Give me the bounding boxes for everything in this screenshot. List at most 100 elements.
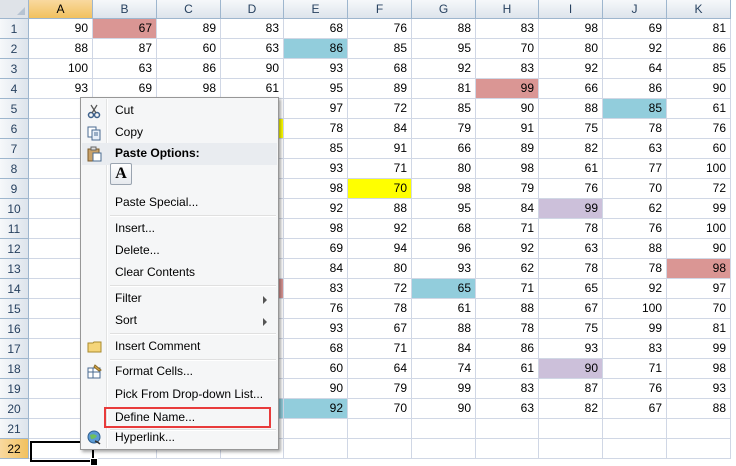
- cell-e14[interactable]: 83: [284, 279, 348, 299]
- cell-f21[interactable]: [348, 419, 412, 439]
- cell-i1[interactable]: 98: [539, 19, 603, 39]
- cell-k6[interactable]: 76: [667, 119, 731, 139]
- row-header-12[interactable]: 12: [0, 239, 29, 259]
- cell-d2[interactable]: 63: [221, 39, 284, 59]
- cell-f18[interactable]: 64: [348, 359, 412, 379]
- cell-i22[interactable]: [539, 439, 603, 459]
- cell-k3[interactable]: 85: [667, 59, 731, 79]
- cell-f3[interactable]: 68: [348, 59, 412, 79]
- cell-k19[interactable]: 93: [667, 379, 731, 399]
- cell-g11[interactable]: 68: [412, 219, 476, 239]
- cell-c3[interactable]: 86: [157, 59, 221, 79]
- row-header-8[interactable]: 8: [0, 159, 29, 179]
- cell-k17[interactable]: 99: [667, 339, 731, 359]
- cell-e20[interactable]: 92: [284, 399, 348, 419]
- cell-k10[interactable]: 99: [667, 199, 731, 219]
- cell-k7[interactable]: 60: [667, 139, 731, 159]
- cell-a4[interactable]: 93: [29, 79, 93, 99]
- cell-e8[interactable]: 93: [284, 159, 348, 179]
- row-header-5[interactable]: 5: [0, 99, 29, 119]
- cell-g18[interactable]: 74: [412, 359, 476, 379]
- cell-b3[interactable]: 63: [93, 59, 157, 79]
- cell-g9[interactable]: 98: [412, 179, 476, 199]
- row-header-7[interactable]: 7: [0, 139, 29, 159]
- cell-g15[interactable]: 61: [412, 299, 476, 319]
- cell-j9[interactable]: 70: [603, 179, 667, 199]
- row-header-2[interactable]: 2: [0, 39, 29, 59]
- cell-i18[interactable]: 90: [539, 359, 603, 379]
- cell-a1[interactable]: 90: [29, 19, 93, 39]
- cell-k13[interactable]: 98: [667, 259, 731, 279]
- cell-k18[interactable]: 98: [667, 359, 731, 379]
- cell-g8[interactable]: 80: [412, 159, 476, 179]
- cell-k22[interactable]: [667, 439, 731, 459]
- row-header-15[interactable]: 15: [0, 299, 29, 319]
- cell-j21[interactable]: [603, 419, 667, 439]
- cell-k21[interactable]: [667, 419, 731, 439]
- cell-d3[interactable]: 90: [221, 59, 284, 79]
- cell-g13[interactable]: 93: [412, 259, 476, 279]
- column-header-d[interactable]: D: [221, 0, 284, 19]
- cell-k9[interactable]: 72: [667, 179, 731, 199]
- cell-g17[interactable]: 84: [412, 339, 476, 359]
- cell-h11[interactable]: 71: [476, 219, 539, 239]
- cell-j7[interactable]: 63: [603, 139, 667, 159]
- cell-c1[interactable]: 89: [157, 19, 221, 39]
- cell-j17[interactable]: 83: [603, 339, 667, 359]
- cell-e5[interactable]: 97: [284, 99, 348, 119]
- row-header-4[interactable]: 4: [0, 79, 29, 99]
- row-header-16[interactable]: 16: [0, 319, 29, 339]
- column-header-g[interactable]: G: [412, 0, 476, 19]
- cell-e11[interactable]: 98: [284, 219, 348, 239]
- cell-d4[interactable]: 61: [221, 79, 284, 99]
- cell-f4[interactable]: 89: [348, 79, 412, 99]
- cell-h8[interactable]: 98: [476, 159, 539, 179]
- cell-i9[interactable]: 76: [539, 179, 603, 199]
- cell-e15[interactable]: 76: [284, 299, 348, 319]
- cell-h12[interactable]: 92: [476, 239, 539, 259]
- cell-g7[interactable]: 66: [412, 139, 476, 159]
- cell-f13[interactable]: 80: [348, 259, 412, 279]
- cell-j14[interactable]: 92: [603, 279, 667, 299]
- menu-item-hyperlink[interactable]: Hyperlink...: [82, 427, 277, 449]
- cell-k8[interactable]: 100: [667, 159, 731, 179]
- row-header-19[interactable]: 19: [0, 379, 29, 399]
- column-header-c[interactable]: C: [157, 0, 221, 19]
- cell-h3[interactable]: 83: [476, 59, 539, 79]
- cell-j16[interactable]: 99: [603, 319, 667, 339]
- cell-h13[interactable]: 62: [476, 259, 539, 279]
- cell-a2[interactable]: 88: [29, 39, 93, 59]
- cell-e6[interactable]: 78: [284, 119, 348, 139]
- cell-h5[interactable]: 90: [476, 99, 539, 119]
- cell-c2[interactable]: 60: [157, 39, 221, 59]
- cell-b4[interactable]: 69: [93, 79, 157, 99]
- cell-f5[interactable]: 72: [348, 99, 412, 119]
- cell-i12[interactable]: 63: [539, 239, 603, 259]
- cell-e4[interactable]: 95: [284, 79, 348, 99]
- cell-f12[interactable]: 94: [348, 239, 412, 259]
- cell-g21[interactable]: [412, 419, 476, 439]
- cell-h9[interactable]: 79: [476, 179, 539, 199]
- menu-item-filter[interactable]: Filter: [82, 288, 277, 310]
- cell-i17[interactable]: 93: [539, 339, 603, 359]
- cell-i13[interactable]: 78: [539, 259, 603, 279]
- cell-f14[interactable]: 72: [348, 279, 412, 299]
- column-header-e[interactable]: E: [284, 0, 348, 19]
- cell-a3[interactable]: 100: [29, 59, 93, 79]
- cell-e19[interactable]: 90: [284, 379, 348, 399]
- select-all-corner[interactable]: [0, 0, 29, 19]
- cell-f9[interactable]: 70: [348, 179, 412, 199]
- cell-j19[interactable]: 76: [603, 379, 667, 399]
- cell-f7[interactable]: 91: [348, 139, 412, 159]
- row-header-17[interactable]: 17: [0, 339, 29, 359]
- column-header-b[interactable]: B: [93, 0, 157, 19]
- cell-i4[interactable]: 66: [539, 79, 603, 99]
- cell-h4[interactable]: 99: [476, 79, 539, 99]
- cell-e2[interactable]: 86: [284, 39, 348, 59]
- row-header-11[interactable]: 11: [0, 219, 29, 239]
- cell-j20[interactable]: 67: [603, 399, 667, 419]
- row-header-18[interactable]: 18: [0, 359, 29, 379]
- menu-item-sort[interactable]: Sort: [82, 310, 277, 332]
- cell-g19[interactable]: 99: [412, 379, 476, 399]
- menu-item-clear-contents[interactable]: Clear Contents: [82, 262, 277, 284]
